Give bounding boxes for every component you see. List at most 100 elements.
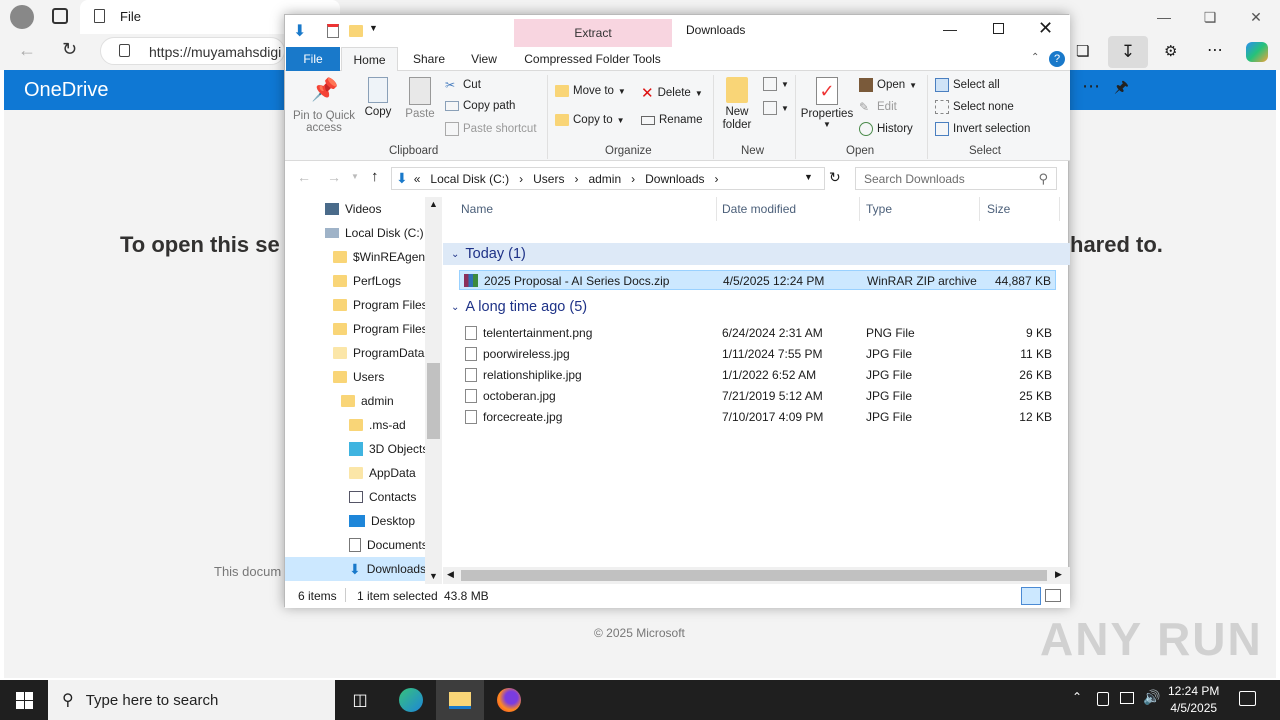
properties-button[interactable]: ✓ Properties ▼ — [799, 77, 855, 129]
clock[interactable]: 12:24 PM 4/5/2025 — [1168, 683, 1219, 717]
collapse-ribbon-icon[interactable]: ⌃ — [1031, 52, 1039, 63]
file-row[interactable]: relationshiplike.jpg 1/1/2022 6:52 AM JP… — [459, 365, 1056, 385]
breadcrumb-local-disk[interactable]: Local Disk (C:) — [430, 172, 509, 186]
column-date-modified[interactable]: Date modified — [722, 197, 796, 221]
open-button[interactable]: Open ▼ — [859, 78, 917, 92]
close-button[interactable]: ✕ — [1038, 18, 1053, 39]
tab-compressed-folder-tools[interactable]: Compressed Folder Tools — [521, 47, 664, 71]
copy-button[interactable]: Copy — [361, 77, 395, 118]
tree-item-videos[interactable]: Videos — [325, 197, 381, 221]
tree-item-3d-objects[interactable]: 3D Objects — [349, 437, 425, 461]
up-arrow-icon[interactable]: ↑ — [371, 168, 379, 185]
address-bar[interactable]: https://muyamahsdigi — [100, 37, 285, 65]
task-view-button[interactable]: ◫ — [336, 680, 384, 720]
tab-file[interactable]: File — [286, 47, 340, 71]
scroll-down-icon[interactable]: ▼ — [429, 571, 438, 581]
volume-icon[interactable]: 🔊 — [1143, 689, 1160, 706]
tab-extract[interactable]: Extract — [514, 19, 672, 47]
move-to-button[interactable]: Move to ▼ — [555, 85, 626, 97]
copilot-icon[interactable] — [1246, 42, 1268, 62]
new-item-button[interactable]: ▼ — [763, 77, 789, 91]
maximize-button[interactable] — [993, 23, 1004, 34]
back-arrow-icon[interactable]: ← — [297, 169, 311, 185]
file-list-scrollbar-thumb[interactable] — [461, 570, 1047, 581]
pin-icon[interactable]: 🖈 — [1114, 76, 1129, 103]
tree-item-local-disk[interactable]: Local Disk (C:) — [325, 221, 424, 245]
file-list-scrollbar[interactable]: ◀ ▶ — [443, 567, 1070, 584]
tab-share[interactable]: Share — [405, 47, 453, 71]
recent-locations-icon[interactable]: ▼ — [351, 172, 359, 181]
file-row[interactable]: poorwireless.jpg 1/11/2024 7:55 PM JPG F… — [459, 344, 1056, 364]
address-path[interactable]: ⬇ « Local Disk (C:) › Users › admin › Do… — [391, 167, 825, 190]
file-explorer-app[interactable] — [436, 680, 484, 720]
column-separator[interactable] — [979, 197, 980, 221]
browser-close-button[interactable]: ✕ — [1233, 0, 1279, 34]
scroll-left-icon[interactable]: ◀ — [447, 569, 454, 580]
quick-access-down-icon[interactable]: ⬇ — [293, 21, 306, 41]
tab-home[interactable]: Home — [341, 47, 398, 71]
browser-minimize-button[interactable]: — — [1141, 0, 1187, 34]
refresh-icon[interactable]: ↻ — [62, 39, 77, 60]
file-row[interactable]: octoberan.jpg 7/21/2019 5:12 AM JPG File… — [459, 386, 1056, 406]
select-all-button[interactable]: Select all — [935, 78, 1000, 92]
file-row[interactable]: 2025 Proposal - AI Series Docs.zip 4/5/2… — [459, 270, 1056, 290]
pin-quick-access-button[interactable]: 📌 Pin to Quick access — [289, 77, 359, 134]
customize-qa-icon[interactable]: ▼ — [369, 23, 378, 33]
file-row[interactable]: forcecreate.jpg 7/10/2017 4:09 PM JPG Fi… — [459, 407, 1056, 427]
toolbar-icon-1[interactable]: ❏ — [1076, 42, 1089, 60]
tree-item-documents[interactable]: Documents — [349, 533, 425, 557]
tree-scrollbar[interactable]: ▲ ▼ — [425, 197, 442, 584]
group-header-long-ago[interactable]: ⌄ A long time ago (5) — [443, 296, 1070, 318]
paste-button[interactable]: Paste — [403, 77, 437, 120]
scroll-up-icon[interactable]: ▲ — [429, 199, 438, 209]
firefox-app[interactable] — [485, 680, 533, 720]
column-separator[interactable] — [716, 197, 717, 221]
back-icon[interactable]: ← — [18, 40, 36, 61]
search-input[interactable]: Search Downloads ⚲ — [855, 167, 1057, 190]
invert-selection-button[interactable]: Invert selection — [935, 122, 1030, 136]
tree-item-programdata[interactable]: ProgramData — [333, 341, 424, 365]
tree-item-contacts[interactable]: Contacts — [349, 485, 416, 509]
path-dropdown-icon[interactable]: ▼ — [804, 172, 813, 182]
start-button[interactable] — [0, 680, 48, 720]
file-row[interactable]: telentertainment.png 6/24/2024 2:31 AM P… — [459, 323, 1056, 343]
details-view-icon[interactable] — [1021, 587, 1041, 605]
tree-item-users[interactable]: Users — [333, 365, 384, 389]
scroll-right-icon[interactable]: ▶ — [1055, 569, 1062, 580]
tree-item-program-files[interactable]: Program Files — [333, 293, 425, 317]
select-none-button[interactable]: Select none — [935, 100, 1014, 114]
new-folder-button[interactable]: New folder — [717, 77, 757, 132]
tree-item-appdata[interactable]: AppData — [349, 461, 416, 485]
tab-actions-icon[interactable] — [52, 8, 68, 24]
delete-button[interactable]: ✕ Delete ▼ — [641, 84, 703, 102]
column-type[interactable]: Type — [866, 197, 892, 221]
extensions-icon[interactable]: ⚙ — [1164, 42, 1177, 60]
paste-shortcut-button[interactable]: Paste shortcut — [445, 122, 537, 136]
minimize-button[interactable]: — — [943, 21, 957, 37]
breadcrumb-users[interactable]: Users — [533, 172, 564, 186]
tree-item-ms-ad[interactable]: .ms-ad — [349, 413, 406, 437]
onedrive-more-icon[interactable]: ⋯ — [1082, 76, 1100, 97]
tree-item-downloads[interactable]: ⬇ Downloads — [285, 557, 425, 581]
properties-qa-icon[interactable] — [327, 24, 339, 38]
downloads-button[interactable]: ↧ — [1108, 36, 1148, 68]
profile-avatar[interactable] — [10, 5, 34, 29]
browser-restore-button[interactable]: ❏ — [1187, 0, 1233, 34]
tree-item-admin[interactable]: admin — [341, 389, 394, 413]
breadcrumb-admin[interactable]: admin — [588, 172, 621, 186]
network-icon[interactable] — [1120, 692, 1134, 704]
tray-app-icon[interactable] — [1097, 692, 1109, 706]
tree-item-program-files-x86[interactable]: Program Files — [333, 317, 425, 341]
new-folder-qa-icon[interactable] — [349, 25, 363, 37]
notification-icon[interactable] — [1239, 691, 1256, 706]
tree-item-perflogs[interactable]: PerfLogs — [333, 269, 401, 293]
tab-view[interactable]: View — [461, 47, 507, 71]
edit-button[interactable]: ✎ Edit — [859, 100, 897, 114]
column-separator[interactable] — [1059, 197, 1060, 221]
tree-item-desktop[interactable]: Desktop — [349, 509, 415, 533]
breadcrumb-downloads[interactable]: Downloads — [645, 172, 704, 186]
copy-path-button[interactable]: Copy path — [445, 100, 515, 112]
edge-app[interactable] — [387, 680, 435, 720]
group-header-today[interactable]: ⌄ Today (1) — [443, 243, 1070, 265]
more-icon[interactable]: ⋯ — [1207, 40, 1223, 60]
